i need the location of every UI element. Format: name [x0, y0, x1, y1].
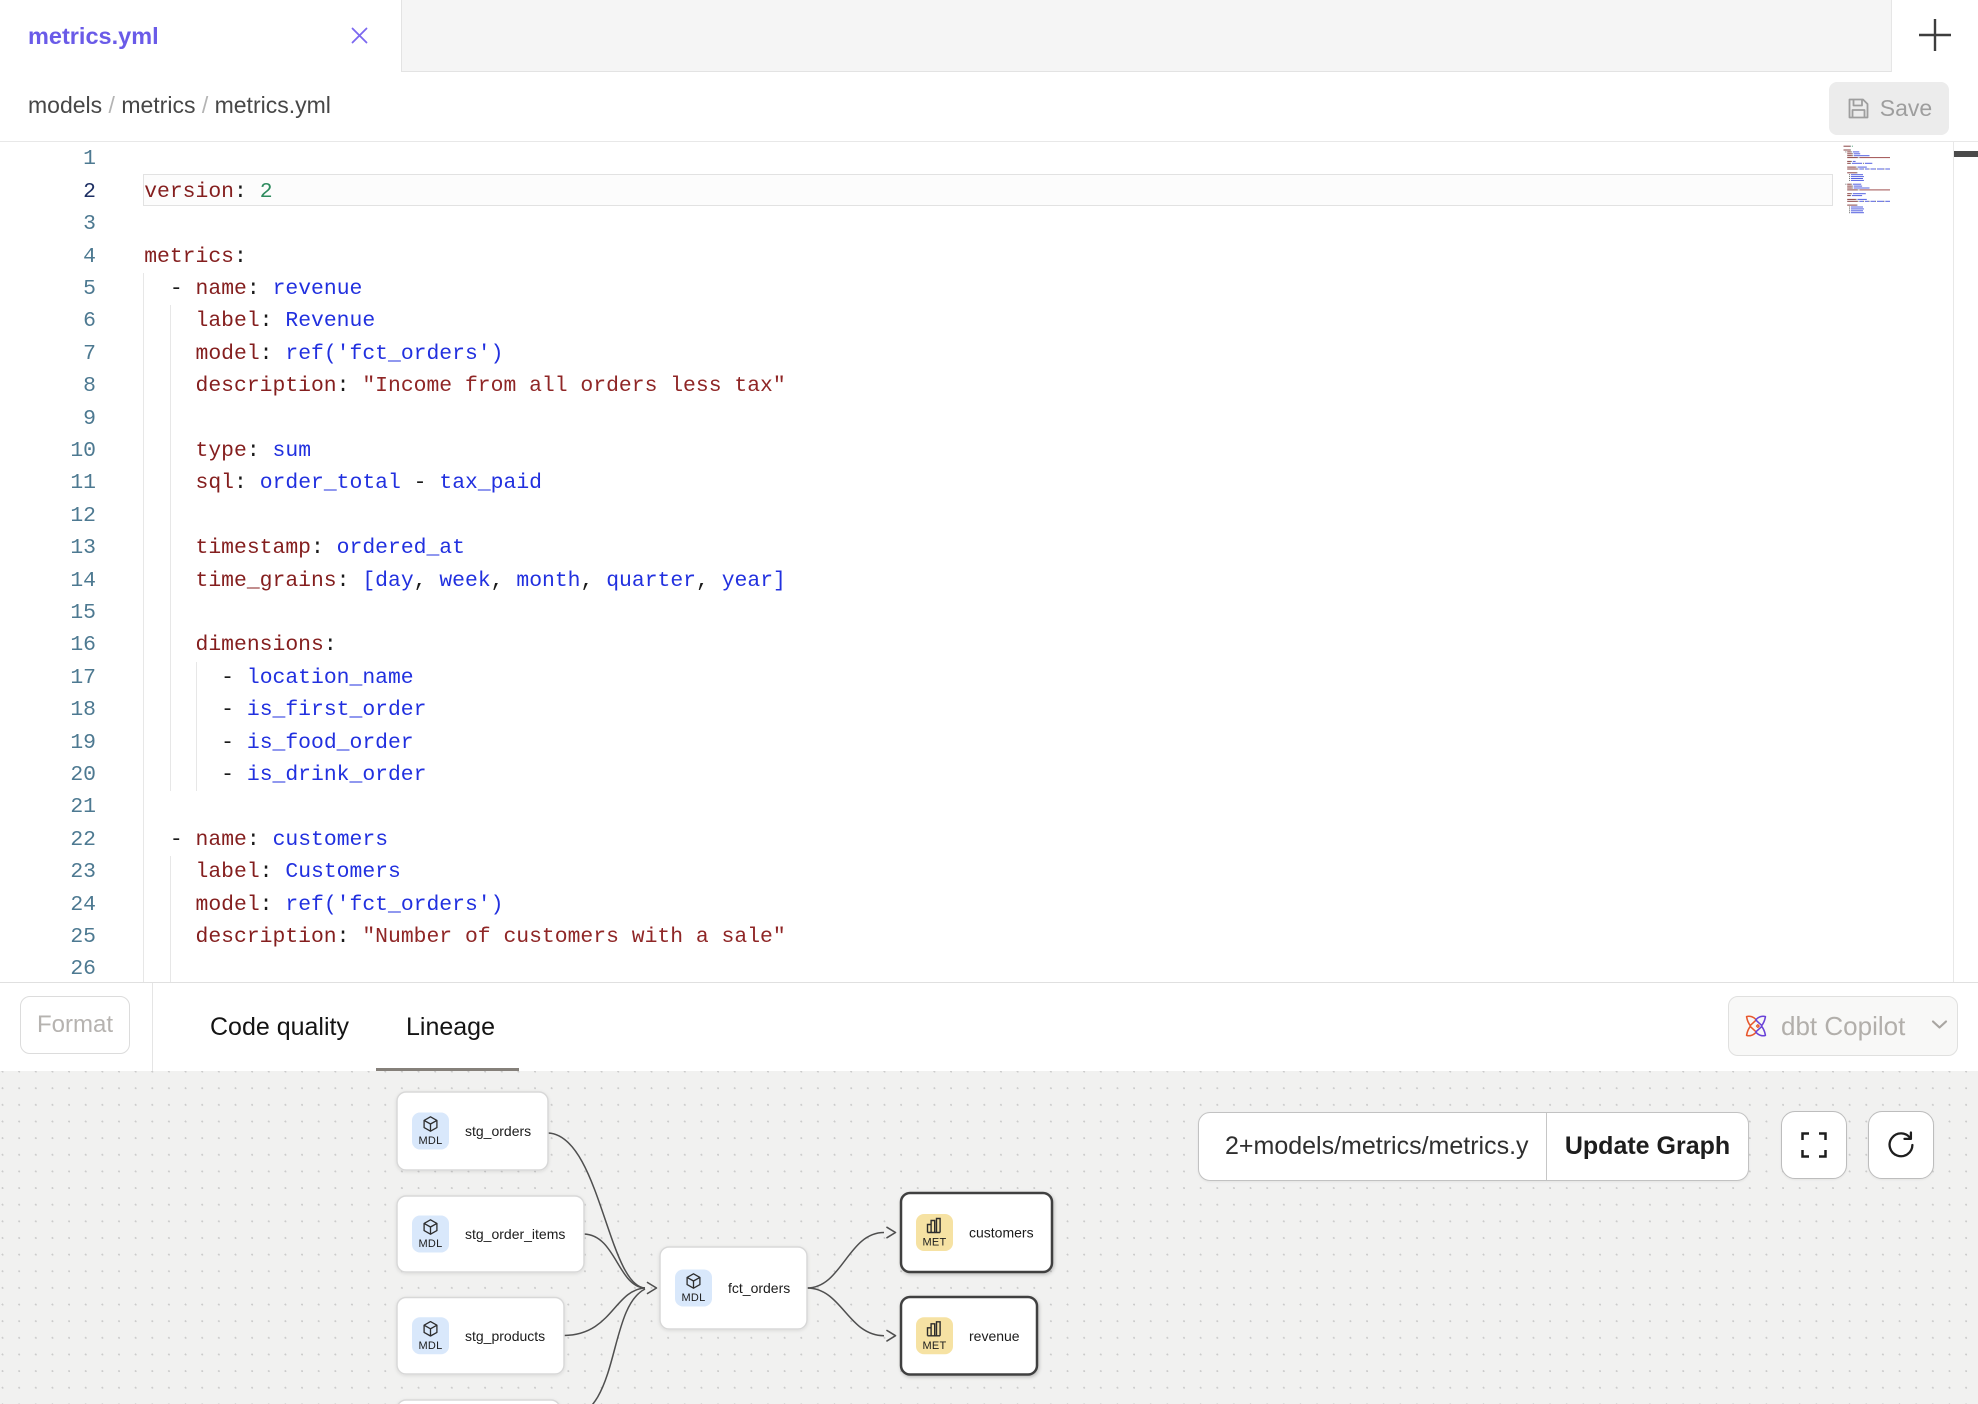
svg-text:revenue: revenue: [969, 1328, 1020, 1344]
svg-text:stg_order_items: stg_order_items: [465, 1226, 565, 1242]
svg-text:MDL: MDL: [418, 1340, 442, 1352]
svg-text:MDL: MDL: [418, 1238, 442, 1250]
svg-text:stg_products: stg_products: [465, 1328, 545, 1344]
svg-text:MDL: MDL: [418, 1135, 442, 1147]
svg-text:MDL: MDL: [681, 1292, 705, 1304]
svg-text:fct_orders: fct_orders: [728, 1280, 790, 1296]
svg-text:MET: MET: [922, 1340, 946, 1352]
svg-text:MET: MET: [922, 1237, 946, 1249]
svg-text:stg_orders: stg_orders: [465, 1123, 531, 1139]
svg-text:customers: customers: [969, 1225, 1034, 1241]
